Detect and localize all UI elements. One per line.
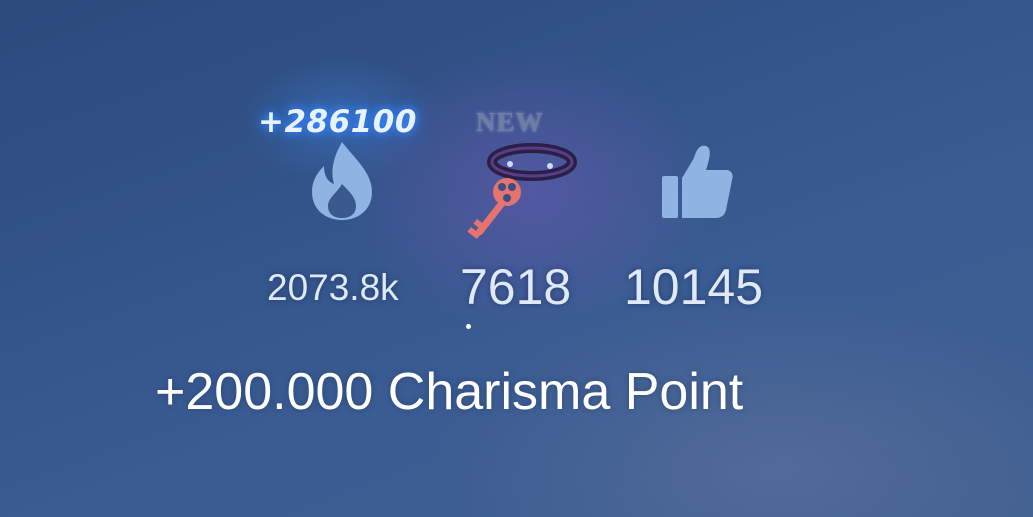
popularity-bonus-text: +286100: [258, 104, 417, 140]
key-icon: [467, 143, 577, 240]
likes-value: 10145: [624, 259, 764, 315]
popularity-value: 2073.8k: [267, 267, 399, 308]
item-value: 7618: [460, 259, 572, 315]
indicator-dot: [466, 324, 471, 329]
charisma-reward-text: +200.000 Charisma Point: [155, 363, 744, 421]
flame-icon: [312, 142, 372, 220]
thumbs-up-icon: [662, 145, 733, 218]
